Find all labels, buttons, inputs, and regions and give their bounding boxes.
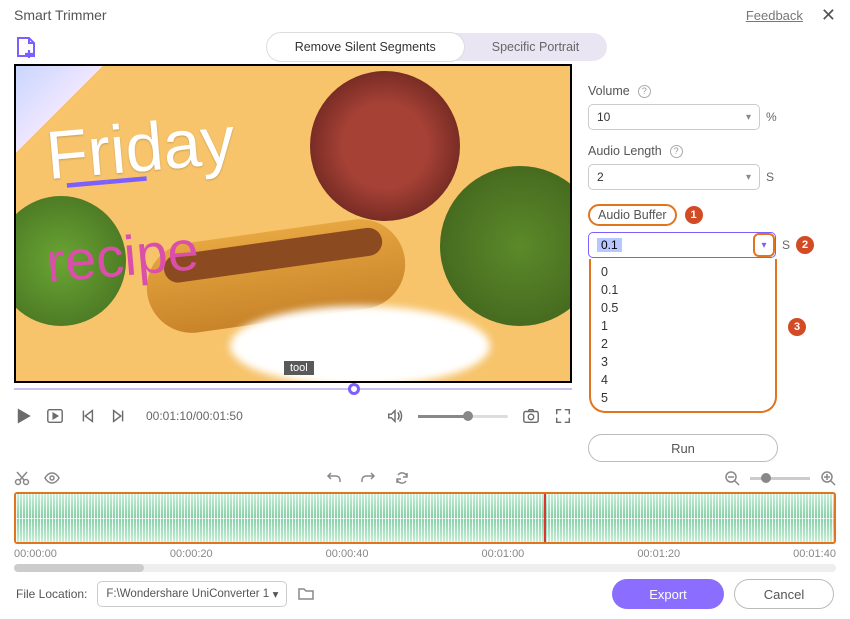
- tick-label: 00:00:20: [170, 548, 213, 560]
- timeline-scrollbar[interactable]: [14, 564, 836, 572]
- fullscreen-icon[interactable]: [554, 407, 572, 425]
- help-icon[interactable]: ?: [670, 145, 683, 158]
- file-location-select[interactable]: F:\Wondershare UniConverter 1▾: [97, 581, 287, 607]
- timeline: 00:00:00 00:00:20 00:00:40 00:01:00 00:01:20…: [0, 462, 850, 572]
- annotation-badge-3: 3: [788, 318, 806, 336]
- audio-buffer-option[interactable]: 5: [591, 389, 775, 407]
- audio-buffer-option[interactable]: 0.1: [591, 281, 775, 299]
- playback-controls: 00:01:10/00:01:50: [14, 395, 572, 437]
- prev-frame-icon[interactable]: [78, 407, 96, 425]
- audio-length-label: Audio Length: [588, 144, 662, 158]
- snapshot-icon[interactable]: [522, 407, 540, 425]
- audio-length-unit: S: [766, 170, 774, 184]
- audio-buffer-label: Audio Buffer: [598, 208, 667, 222]
- volume-slider[interactable]: [418, 415, 508, 418]
- audio-buffer-option[interactable]: 1: [591, 317, 775, 335]
- feedback-link[interactable]: Feedback: [746, 8, 803, 23]
- help-icon[interactable]: ?: [638, 85, 651, 98]
- volume-icon[interactable]: [386, 407, 404, 425]
- chevron-down-icon: ▾: [273, 587, 279, 601]
- tab-remove-silent[interactable]: Remove Silent Segments: [267, 33, 464, 61]
- audio-buffer-option[interactable]: 0.5: [591, 299, 775, 317]
- audio-buffer-label-highlight: Audio Buffer: [588, 204, 677, 226]
- undo-icon[interactable]: [326, 470, 342, 486]
- settings-panel: Volume? 10▾ % Audio Length? 2▾ S Audio B…: [588, 64, 836, 462]
- zoom-slider[interactable]: [750, 477, 810, 480]
- export-button[interactable]: Export: [612, 579, 724, 609]
- preview-tooltip: tool: [284, 361, 314, 375]
- next-frame-icon[interactable]: [110, 407, 128, 425]
- volume-select[interactable]: 10▾: [588, 104, 760, 130]
- file-location-label: File Location:: [16, 587, 87, 601]
- chevron-down-icon: ▾: [746, 172, 751, 183]
- audio-buffer-value: 0.1: [597, 238, 622, 252]
- playhead[interactable]: [544, 492, 546, 544]
- eye-icon[interactable]: [44, 470, 60, 486]
- annotation-badge-2: 2: [796, 236, 814, 254]
- window-title: Smart Trimmer: [14, 7, 107, 23]
- redo-icon[interactable]: [360, 470, 376, 486]
- tick-label: 00:01:40: [793, 548, 836, 560]
- audio-length-select[interactable]: 2▾: [588, 164, 760, 190]
- run-button[interactable]: Run: [588, 434, 778, 462]
- top-row: Remove Silent Segments Specific Portrait: [0, 30, 850, 64]
- chevron-down-icon[interactable]: ▾: [753, 233, 775, 257]
- volume-label: Volume: [588, 84, 630, 98]
- audio-buffer-select[interactable]: 0.1 ▾ 00.10.512345: [588, 232, 776, 258]
- chevron-down-icon: ▾: [746, 112, 751, 123]
- step-play-icon[interactable]: [46, 407, 64, 425]
- zoom-in-icon[interactable]: [820, 470, 836, 486]
- mode-toggle: Remove Silent Segments Specific Portrait: [267, 33, 608, 61]
- add-media-button[interactable]: [14, 35, 38, 59]
- volume-unit: %: [766, 110, 777, 124]
- audio-buffer-option[interactable]: 3: [591, 353, 775, 371]
- timeline-ticks: 00:00:00 00:00:20 00:00:40 00:01:00 00:01:20…: [14, 544, 836, 560]
- video-preview[interactable]: Friday ⎯⎯ recipe tool: [14, 64, 572, 383]
- preview-progress[interactable]: [14, 383, 572, 395]
- tick-label: 00:01:20: [637, 548, 680, 560]
- footer: File Location: F:\Wondershare UniConvert…: [0, 579, 850, 609]
- annotation-badge-1: 1: [685, 206, 703, 224]
- audio-buffer-unit: S: [782, 238, 790, 252]
- play-icon[interactable]: [14, 407, 32, 425]
- title-bar: Smart Trimmer Feedback ✕: [0, 0, 850, 30]
- tick-label: 00:00:00: [14, 548, 57, 560]
- audio-buffer-option[interactable]: 4: [591, 371, 775, 389]
- audio-buffer-option[interactable]: 0: [591, 263, 775, 281]
- tab-specific-portrait[interactable]: Specific Portrait: [464, 33, 608, 61]
- timecode: 00:01:10/00:01:50: [146, 409, 243, 423]
- cut-icon[interactable]: [14, 470, 30, 486]
- audio-buffer-option[interactable]: 2: [591, 335, 775, 353]
- cancel-button[interactable]: Cancel: [734, 579, 834, 609]
- tick-label: 00:01:00: [481, 548, 524, 560]
- close-icon[interactable]: ✕: [821, 5, 836, 26]
- zoom-out-icon[interactable]: [724, 470, 740, 486]
- tick-label: 00:00:40: [326, 548, 369, 560]
- overlay-text-2: recipe: [44, 214, 238, 295]
- audio-buffer-dropdown: 00.10.512345: [589, 259, 777, 413]
- waveform[interactable]: [14, 492, 836, 544]
- preview-pane: Friday ⎯⎯ recipe tool 00:01:10/00:01:50: [14, 64, 572, 462]
- folder-icon[interactable]: [297, 585, 315, 603]
- refresh-icon[interactable]: [394, 470, 410, 486]
